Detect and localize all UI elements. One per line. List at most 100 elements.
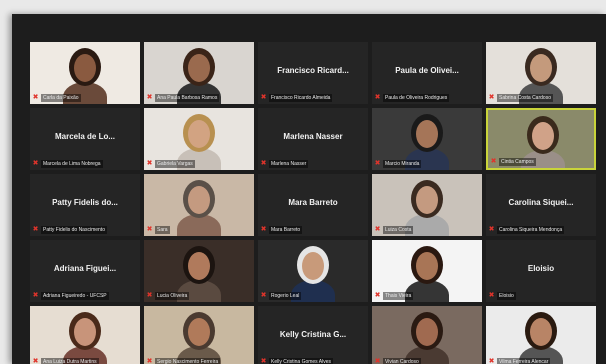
mic-muted-icon: ✖ [488,357,495,364]
participant-tile[interactable]: ✖ Thais Vieira [372,240,482,302]
participant-name-label: Sergio Nascimento Ferreira [155,357,221,364]
participant-tile[interactable]: ✖ Cintia Campos [486,108,596,170]
participant-footer: ✖ Luiza Costa [374,225,480,234]
participant-tile[interactable]: ✖ Vivian Cardoso [372,306,482,364]
person-face [416,120,438,148]
person-face [530,318,552,346]
participant-footer: ✖ Cintia Campos [490,157,592,166]
participant-tile[interactable]: ✖ Sara [144,174,254,236]
participant-name-label: Francisco Ricardo Almeida [269,93,333,102]
person-face [530,54,552,82]
participant-tile[interactable]: Carolina Siquei... ✖ Carolina Siqueira Men… [486,174,596,236]
participant-name-label: Paula de Oliveira Rodrigues [383,93,450,102]
participant-tile[interactable]: ✖ Gabriela Vargas [144,108,254,170]
mic-muted-icon: ✖ [32,291,39,299]
participant-tile[interactable]: ✖ Sabrina Costa Cardoso [486,42,596,104]
participant-video [372,306,482,364]
participant-video [144,306,254,364]
person-face [532,122,554,150]
participant-display-name: Eloisio [527,264,555,273]
mic-muted-icon: ✖ [260,291,267,299]
participant-tile[interactable]: ✖ Marcio Miranda [372,108,482,170]
participant-video [486,306,596,364]
mic-muted-icon: ✖ [260,225,267,233]
participant-display-name: Carolina Siquei... [508,198,574,207]
mic-muted-icon: ✖ [488,93,495,101]
participant-footer: ✖ Rogerio Leal [260,291,366,300]
mic-muted-icon: ✖ [488,291,495,299]
mic-muted-icon: ✖ [146,225,153,233]
participant-tile[interactable]: Adriana Figuei... ✖ Adriana Figueiredo - U… [30,240,140,302]
mic-muted-icon: ✖ [374,159,381,167]
person-face [188,186,210,214]
mic-muted-icon: ✖ [146,291,153,299]
participant-footer: ✖ Eloisio [488,291,594,300]
participant-name-label: Sara [155,225,170,234]
participant-display-name: Marcela de Lo... [54,132,116,141]
participant-footer: ✖ Gabriela Vargas [146,159,252,168]
participant-display-name: Paula de Olivei... [395,66,459,75]
mic-muted-icon: ✖ [146,159,153,167]
mic-muted-icon: ✖ [32,159,39,167]
participant-name-label: Marcio Miranda [383,159,422,168]
participant-footer: ✖ Carla da Paixão [32,93,138,102]
participant-display-name: Adriana Figuei... [53,264,117,273]
participant-tile[interactable]: Francisco Ricard... ✖ Francisco Ricardo Al… [258,42,368,104]
participant-tile[interactable]: ✖ Ana Paula Barbosa Ramos [144,42,254,104]
participant-name-label: Thais Vieira [383,291,414,300]
participant-display-name: Kelly Cristina G... [279,330,347,339]
participant-tile[interactable]: Patty Fidelis do... ✖ Patty Fidelis do Nas… [30,174,140,236]
participant-footer: ✖ Marcio Miranda [374,159,480,168]
mic-muted-icon: ✖ [32,225,39,233]
participant-tile[interactable]: ✖ Rogerio Leal [258,240,368,302]
participant-name-label: Kelly Cristina Gomes Alves [269,357,334,364]
mic-muted-icon: ✖ [260,159,267,167]
participant-tile[interactable]: Mara Barreto ✖ Mara Barreto [258,174,368,236]
participant-footer: ✖ Lucia Oliveira [146,291,252,300]
person-face [188,54,210,82]
participant-name-label: Marlena Nasser [269,159,309,168]
participant-video [30,306,140,364]
participant-footer: ✖ Marlena Nasser [260,159,366,168]
participant-tile[interactable]: Eloisio ✖ Eloisio [486,240,596,302]
participant-tile[interactable]: ✖ Luiza Costa [372,174,482,236]
participant-display-name: Mara Barreto [288,198,338,207]
participant-footer: ✖ Francisco Ricardo Almeida [260,93,366,102]
mic-muted-icon: ✖ [32,357,39,364]
mic-muted-icon: ✖ [374,357,381,364]
participant-tile[interactable]: Marlena Nasser ✖ Marlena Nasser [258,108,368,170]
participant-footer: ✖ Patty Fidelis do Nascimento [32,225,138,234]
participant-footer: ✖ Sabrina Costa Cardoso [488,93,594,102]
participant-tile[interactable]: Marcela de Lo... ✖ Marcela de Lima Nobrega [30,108,140,170]
participant-footer: ✖ Carolina Siqueira Mendonça [488,225,594,234]
person-face [74,54,96,82]
participant-name-label: Gabriela Vargas [155,159,195,168]
participant-footer: ✖ Marcela de Lima Nobrega [32,159,138,168]
mic-muted-icon: ✖ [260,93,267,101]
mic-muted-icon: ✖ [260,357,267,364]
participant-tile[interactable]: ✖ Carla da Paixão [30,42,140,104]
participant-footer: ✖ Kelly Cristina Gomes Alves [260,357,366,364]
participant-name-label: Luiza Costa [383,225,414,234]
person-face [416,252,438,280]
participant-tile[interactable]: ✖ Ana Luiza Dutra Martins [30,306,140,364]
participant-tile[interactable]: ✖ Lucia Oliveira [144,240,254,302]
mic-muted-icon: ✖ [488,225,495,233]
mic-muted-icon: ✖ [146,357,153,364]
participant-name-label: Vilma Ferreira Alencar [497,357,551,364]
participant-name-label: Cintia Campos [499,157,536,166]
participant-name-label: Ana Paula Barbosa Ramos [155,93,220,102]
participant-display-name: Patty Fidelis do... [52,198,118,207]
participant-tile[interactable]: ✖ Sergio Nascimento Ferreira [144,306,254,364]
participant-tile[interactable]: Kelly Cristina G... ✖ Kelly Cristina Gomes… [258,306,368,364]
participant-name-label: Vivian Cardoso [383,357,421,364]
participant-tile[interactable]: Paula de Olivei... ✖ Paula de Oliveira Rod… [372,42,482,104]
participant-footer: ✖ Vilma Ferreira Alencar [488,357,594,364]
participant-display-name: Marlena Nasser [283,132,343,141]
participant-tile[interactable]: ✖ Vilma Ferreira Alencar [486,306,596,364]
participant-footer: ✖ Sara [146,225,252,234]
participant-footer: ✖ Paula de Oliveira Rodrigues [374,93,480,102]
mic-muted-icon: ✖ [374,291,381,299]
participant-name-label: Marcela de Lima Nobrega [41,159,103,168]
mic-muted-icon: ✖ [490,157,497,165]
